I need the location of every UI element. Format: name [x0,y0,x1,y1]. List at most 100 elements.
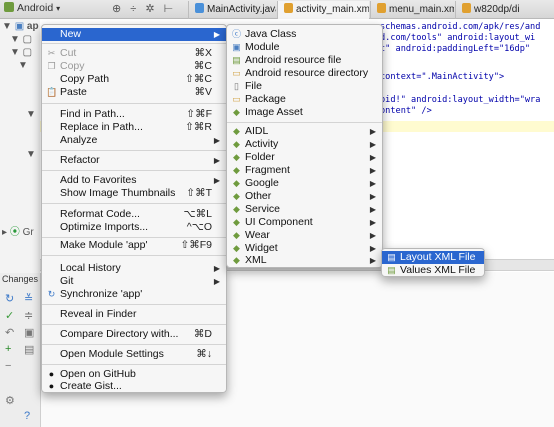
submenu-arrow-icon: ▶ [213,156,220,165]
menu-item-package[interactable]: ▭ Package [227,93,382,106]
android-icon: ◆ [233,126,240,136]
java-class-icon: ⓒ [231,29,241,39]
sync-icon: ↻ [47,289,56,299]
ide-toolbar: Android ▾ ⊕ ÷ ✲ ⊢ MainActivity.java× act… [0,0,554,19]
update-icon[interactable]: ≑ [24,309,33,322]
submenu-arrow-icon: ▶ [213,136,220,145]
submenu-arrow-icon: ▶ [369,153,376,162]
code-line: ontent" /> [380,106,432,116]
menu-item-activity[interactable]: ◆ Activity ▶ [227,138,382,151]
menu-item-wear[interactable]: ◆ Wear ▶ [227,229,382,242]
submenu-arrow-icon: ▶ [369,127,376,136]
menu-item-new[interactable]: New ▶ [42,28,226,41]
project-view-selector[interactable]: Android ▾ [4,2,104,17]
tree-item[interactable]: ▼ [26,109,36,120]
menu-item-compare-directory[interactable]: Compare Directory with... ⌘D [42,328,226,341]
diff-icon[interactable]: ≚ [24,292,33,305]
menu-item-aidl[interactable]: ◆ AIDL ▶ [227,125,382,138]
menu-item-git[interactable]: Git ▶ [42,275,226,288]
code-line: t" android:paddingLeft="16dp" [380,44,531,54]
settings-icon[interactable]: ⚙ [5,394,15,407]
menu-item-refactor[interactable]: Refactor ▶ [42,154,226,167]
tree-item[interactable]: ▼ ▢ [10,47,32,58]
shelve-icon[interactable]: ▣ [24,326,34,339]
menu-separator [42,304,226,305]
xml-file-icon: ▤ [387,265,396,275]
refresh-icon[interactable]: ↻ [5,292,14,305]
new-submenu: ⓒ Java Class ▣ Module ▤ Android resource fi… [226,24,383,268]
menu-item-ui-component[interactable]: ◆ UI Component ▶ [227,216,382,229]
menu-item-module[interactable]: ▣ Module [227,41,382,54]
android-icon: ◆ [233,204,240,214]
menu-item-java-class[interactable]: ⓒ Java Class [227,28,382,41]
tree-gradle[interactable]: ▸ ⦿ Gr [2,223,34,238]
menu-item-service[interactable]: ◆ Service ▶ [227,203,382,216]
tab-main-activity[interactable]: MainActivity.java× [188,1,276,19]
code-line: context=".MainActivity"> [380,72,505,82]
menu-separator [42,255,226,256]
android-icon [4,2,14,12]
menu-item-reveal-in-finder[interactable]: Reveal in Finder [42,308,226,321]
menu-item-android-resource-directory[interactable]: ▭ Android resource directory [227,67,382,80]
menu-item-make-module[interactable]: Make Module 'app' ⇧⌘F9 [42,239,226,252]
module-icon: ▣ [232,42,241,52]
menu-item-analyze[interactable]: Analyze ▶ [42,134,226,147]
tree-root[interactable]: ▼ ▣ ap [2,21,39,32]
submenu-arrow-icon: ▶ [369,166,376,175]
menu-separator [42,103,226,104]
submenu-arrow-icon: ▶ [369,205,376,214]
tab-w820dp[interactable]: w820dp/di [455,1,554,19]
android-icon: ◆ [233,152,240,162]
tree-item[interactable]: ▼ ▢ [10,34,32,45]
tree-item[interactable]: ▼ [18,60,28,71]
menu-item-replace-in-path[interactable]: Replace in Path... ⇧⌘R [42,121,226,134]
package-icon: ▭ [232,94,241,104]
submenu-arrow-icon: ▶ [213,30,220,39]
menu-item-image-asset[interactable]: ◆ Image Asset [227,106,382,119]
menu-item-folder[interactable]: ◆ Folder ▶ [227,151,382,164]
submenu-arrow-icon: ▶ [369,140,376,149]
github-icon: ● [48,369,55,379]
menu-item-other[interactable]: ◆ Other ▶ [227,190,382,203]
android-icon: ◆ [233,178,240,188]
menu-item-add-to-favorites[interactable]: Add to Favorites ▶ [42,174,226,187]
revert-icon[interactable]: ↶ [5,326,14,339]
menu-separator [42,203,226,204]
tree-item[interactable]: ▼ [26,149,36,160]
menu-item-local-history[interactable]: Local History ▶ [42,262,226,275]
menu-item-google[interactable]: ◆ Google ▶ [227,177,382,190]
android-icon: ◆ [233,217,240,227]
menu-item-paste[interactable]: 📋 Paste ⌘V [42,86,226,99]
menu-separator [227,122,382,123]
menu-item-show-image-thumbnails[interactable]: Show Image Thumbnails ⇧⌘T [42,187,226,200]
menu-item-android-resource-file[interactable]: ▤ Android resource file [227,54,382,67]
menu-item-optimize-imports[interactable]: Optimize Imports... ^⌥O [42,221,226,234]
menu-item-cut[interactable]: ✂ Cut ⌘X [42,47,226,60]
android-icon: ◆ [233,165,240,175]
menu-item-create-gist[interactable]: ● Create Gist... [42,380,226,393]
menu-item-values-xml-file[interactable]: ▤ Values XML File [382,264,484,277]
menu-item-xml[interactable]: ◆ XML ▶ [227,254,382,267]
xml-submenu: ▤ Layout XML File ▤ Values XML File [381,248,485,277]
menu-item-module-settings[interactable]: Open Module Settings ⌘↓ [42,348,226,361]
menu-item-find-in-path[interactable]: Find in Path... ⇧⌘F [42,108,226,121]
menu-item-reformat-code[interactable]: Reformat Code... ⌥⌘L [42,208,226,221]
menu-separator [42,237,226,238]
tab-activity-main[interactable]: activity_main.xml× [277,1,369,19]
commit-icon[interactable]: ✓ [5,309,14,322]
menu-item-fragment[interactable]: ◆ Fragment ▶ [227,164,382,177]
menu-item-layout-xml-file[interactable]: ▤ Layout XML File [382,251,484,264]
tab-menu-main[interactable]: menu_main.xml× [370,1,454,19]
add-icon[interactable]: + [5,343,11,355]
github-icon: ● [48,381,55,391]
help-icon[interactable]: ? [24,410,30,422]
menu-item-copy[interactable]: ❐ Copy ⌘C [42,60,226,73]
menu-item-copy-path[interactable]: Copy Path ⇧⌘C [42,73,226,86]
group-icon[interactable]: ▤ [24,343,34,356]
menu-item-file[interactable]: ▯ File [227,80,382,93]
menu-item-synchronize[interactable]: ↻ Synchronize 'app' [42,288,226,301]
remove-icon[interactable]: − [5,360,11,372]
submenu-arrow-icon: ▶ [213,277,220,286]
xml-file-icon [284,3,293,13]
xml-file-icon: ▤ [387,252,396,262]
